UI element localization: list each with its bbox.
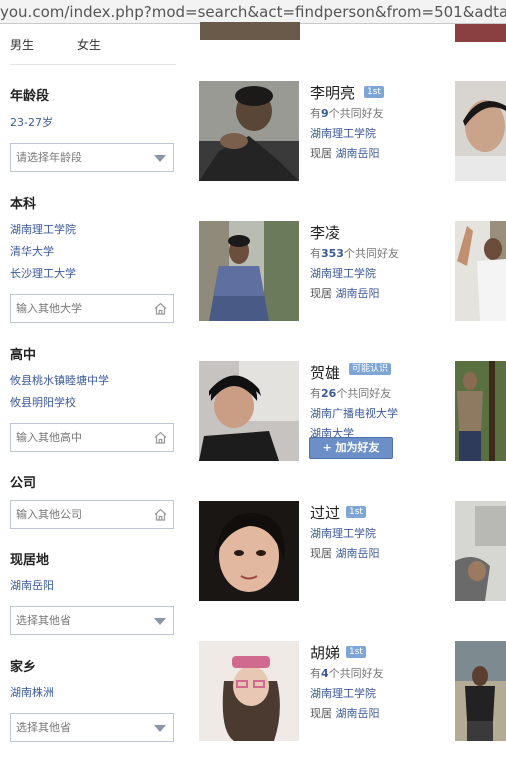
residence-province-select[interactable]: 选择其他省 <box>10 606 174 635</box>
residence-link-1[interactable]: 湖南岳阳 <box>10 577 54 593</box>
maybe-know-badge: 可能认识 <box>349 363 392 375</box>
gender-female-option[interactable]: 女生 <box>77 36 101 53</box>
highschool-link-2[interactable]: 攸县明阳学校 <box>10 394 76 410</box>
company-input-placeholder: 输入其他公司 <box>16 508 82 521</box>
person-residence: 现居 湖南岳阳 <box>310 707 380 720</box>
mutual-friends[interactable]: 有9个共同好友 <box>310 105 384 121</box>
company-section-title: 公司 <box>10 476 37 491</box>
residence-link[interactable]: 湖南岳阳 <box>336 707 380 720</box>
person-name[interactable]: 贺雄 <box>310 362 340 383</box>
residence-link[interactable]: 湖南岳阳 <box>336 547 380 560</box>
chevron-down-icon <box>154 725 166 732</box>
profile-photo[interactable] <box>455 361 506 461</box>
age-section-title: 年龄段 <box>10 89 50 104</box>
person-name[interactable]: 过过 <box>310 502 340 523</box>
address-bar[interactable]: you.com/index.php?mod=search&act=findper… <box>0 0 506 24</box>
chevron-down-icon <box>154 618 166 625</box>
gender-male-option[interactable]: 男生 <box>10 38 34 52</box>
chevron-down-icon <box>154 155 166 162</box>
friend-degree-badge: 1st <box>346 646 366 658</box>
person-school[interactable]: 湖南理工学院 <box>310 685 376 701</box>
college-section-title: 本科 <box>10 197 37 212</box>
residence-link[interactable]: 湖南岳阳 <box>336 287 380 300</box>
home-icon <box>154 508 167 521</box>
add-friend-button[interactable]: + 加为好友 <box>309 437 393 459</box>
profile-photo[interactable] <box>199 641 299 741</box>
profile-photo[interactable] <box>455 501 506 601</box>
gender-filter: 男生 女生 <box>10 36 176 53</box>
hometown-link-1[interactable]: 湖南株洲 <box>10 684 54 700</box>
residence-select-placeholder: 选择其他省 <box>16 614 71 627</box>
home-icon <box>154 431 167 444</box>
residence-section-title: 现居地 <box>10 553 50 568</box>
profile-photo[interactable] <box>200 22 300 40</box>
highschool-input-placeholder: 输入其他高中 <box>16 431 82 444</box>
mutual-friends[interactable]: 有26个共同好友 <box>310 385 391 401</box>
mutual-friends[interactable]: 有4个共同好友 <box>310 665 384 681</box>
highschool-input[interactable]: 输入其他高中 <box>10 423 174 452</box>
college-link-2[interactable]: 清华大学 <box>10 243 54 259</box>
person-residence: 现居 湖南岳阳 <box>310 147 380 160</box>
college-link-3[interactable]: 长沙理工大学 <box>10 265 76 281</box>
person-name[interactable]: 李明亮 <box>310 82 355 103</box>
college-input[interactable]: 输入其他大学 <box>10 294 174 323</box>
profile-photo[interactable] <box>199 361 299 461</box>
age-range-link[interactable]: 23-27岁 <box>10 114 53 130</box>
friend-degree-badge: 1st <box>346 506 366 518</box>
mutual-friends[interactable]: 有353个共同好友 <box>310 245 399 261</box>
profile-photo[interactable] <box>455 81 506 181</box>
person-school[interactable]: 湖南理工学院 <box>310 125 376 141</box>
address-bar-url: you.com/index.php?mod=search&act=findper… <box>0 3 506 21</box>
highschool-section-title: 高中 <box>10 348 37 363</box>
person-residence: 现居 湖南岳阳 <box>310 547 380 560</box>
company-input[interactable]: 输入其他公司 <box>10 500 174 529</box>
profile-photo[interactable] <box>455 24 506 42</box>
hometown-province-select[interactable]: 选择其他省 <box>10 713 174 742</box>
age-select-placeholder: 请选择年龄段 <box>16 151 82 164</box>
friend-degree-badge: 1st <box>364 86 384 98</box>
profile-photo[interactable] <box>199 221 299 321</box>
divider <box>10 64 176 65</box>
person-name[interactable]: 胡娣 <box>310 642 340 663</box>
profile-photo[interactable] <box>455 221 506 321</box>
hometown-select-placeholder: 选择其他省 <box>16 721 71 734</box>
person-school[interactable]: 湖南理工学院 <box>310 265 376 281</box>
profile-photo[interactable] <box>455 641 506 741</box>
profile-photo[interactable] <box>199 501 299 601</box>
college-input-placeholder: 输入其他大学 <box>16 302 82 315</box>
person-school[interactable]: 湖南理工学院 <box>310 525 376 541</box>
hometown-section-title: 家乡 <box>10 660 37 675</box>
person-residence: 现居 湖南岳阳 <box>310 287 380 300</box>
person-school[interactable]: 湖南广播电视大学 <box>310 405 398 421</box>
college-link-1[interactable]: 湖南理工学院 <box>10 221 76 237</box>
home-icon <box>154 302 167 315</box>
profile-photo[interactable] <box>199 81 299 181</box>
highschool-link-1[interactable]: 攸县桃水镇睦塘中学 <box>10 372 109 388</box>
residence-link[interactable]: 湖南岳阳 <box>336 147 380 160</box>
age-range-select[interactable]: 请选择年龄段 <box>10 143 174 172</box>
person-name[interactable]: 李凌 <box>310 222 340 243</box>
